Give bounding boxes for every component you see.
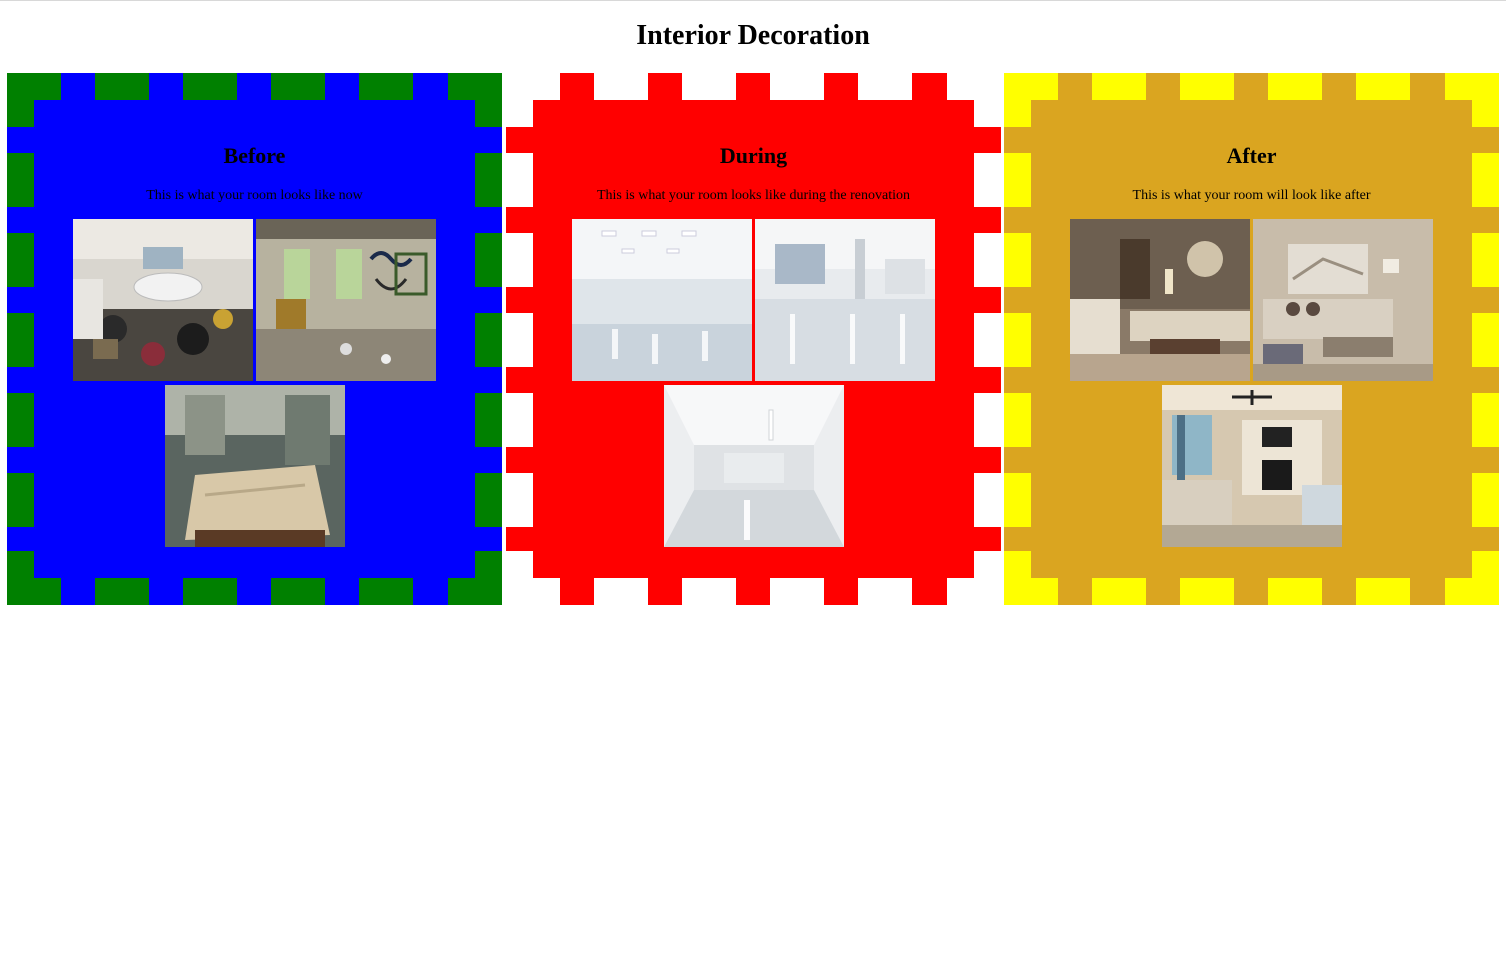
photo-beige-living-room <box>1253 219 1433 381</box>
panel-description: This is what your room will look like af… <box>1132 188 1371 203</box>
photo-living-room-chandelier <box>1070 219 1250 381</box>
page-title: Interior Decoration <box>636 20 870 51</box>
panel-description: This is what your room looks like now <box>146 188 363 203</box>
panel-after: After This is what your room will look l… <box>1004 73 1499 605</box>
panel-before: Before This is what your room looks like… <box>7 73 502 605</box>
panel-heading: During <box>719 143 788 168</box>
panel-heading: Before <box>223 143 286 168</box>
top-divider <box>0 0 1506 1</box>
photo-decayed-bedroom <box>165 385 345 547</box>
panel-heading: After <box>1226 143 1277 168</box>
photo-empty-white-hall <box>572 219 752 381</box>
photo-cluttered-bathroom <box>73 219 253 381</box>
panel-during: During This is what your room looks like… <box>506 73 1001 605</box>
photo-glossy-white-hall <box>755 219 935 381</box>
panel-description: This is what your room looks like during… <box>596 188 910 203</box>
photo-graffiti-room <box>256 219 436 381</box>
photo-bare-white-room <box>664 385 844 547</box>
photo-living-room-fireplace <box>1162 385 1342 547</box>
